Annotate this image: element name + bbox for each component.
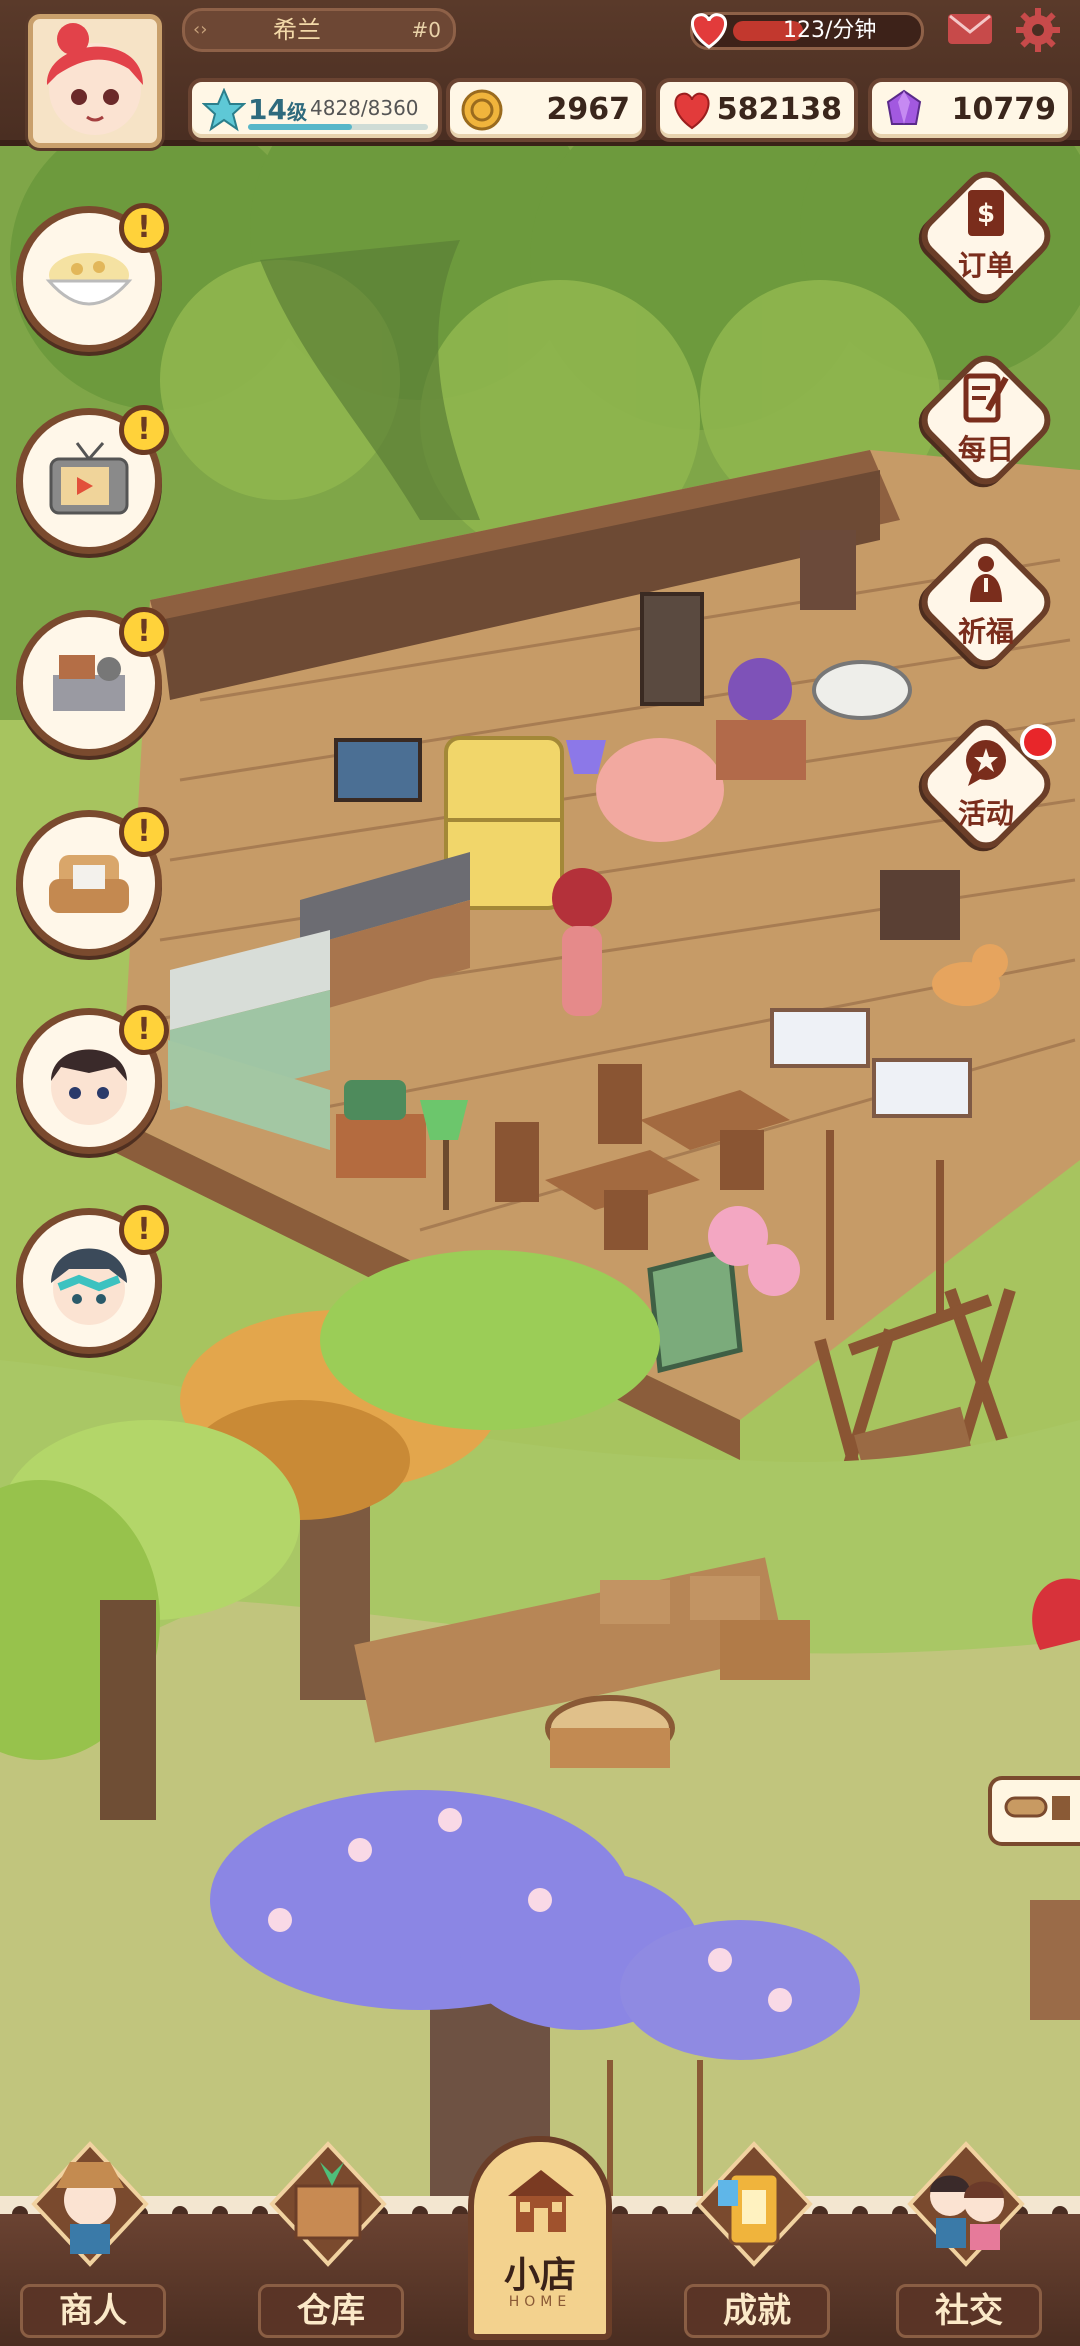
alert-badge: ! xyxy=(119,807,169,857)
alert-badge: ! xyxy=(119,1205,169,1255)
social-couple-icon xyxy=(907,2141,1025,2267)
level-indicator[interactable]: 14级 4828/8360 xyxy=(188,78,442,142)
daily-label: 每日 xyxy=(957,433,1014,466)
player-id: #0 xyxy=(411,18,441,42)
order-label: 订单 xyxy=(957,249,1014,282)
order-button[interactable]: $ 订单 xyxy=(912,162,1060,310)
star-icon xyxy=(202,88,246,132)
heart-rate-indicator[interactable]: 123/分钟 xyxy=(690,12,924,50)
alert-badge: ! xyxy=(119,1005,169,1055)
back-arrow-icon: ‹› xyxy=(193,19,208,40)
nav-label: 商人 xyxy=(20,2284,166,2338)
achievement-icon xyxy=(695,2141,813,2267)
event-button[interactable]: 活动 xyxy=(912,710,1060,858)
coin-value: 2967 xyxy=(546,92,631,127)
coin-counter[interactable]: 2967 xyxy=(446,78,646,142)
heart-value: 582138 xyxy=(716,92,842,127)
tv-icon xyxy=(49,442,129,515)
helmet-face-icon xyxy=(51,1248,127,1325)
player-name-plate[interactable]: ‹› 希兰 #0 xyxy=(182,8,456,52)
shop-house-icon xyxy=(508,2170,574,2232)
alert-badge: ! xyxy=(119,405,169,455)
xp-bar xyxy=(248,124,428,130)
nav-social[interactable]: 社交 xyxy=(876,2140,1056,2340)
nav-label: 社交 xyxy=(896,2284,1042,2338)
pray-button[interactable]: 祈福 xyxy=(912,528,1060,676)
event-speech-icon xyxy=(966,740,1006,786)
rice-bowl-icon xyxy=(45,253,133,306)
alert-badge: ! xyxy=(119,607,169,657)
nav-shop-home[interactable]: 小店 HOME xyxy=(468,2136,612,2340)
notification-dot xyxy=(1020,724,1056,760)
level-value: 14级 xyxy=(248,93,307,126)
machine-icon xyxy=(53,655,125,711)
warehouse-icon xyxy=(269,2141,387,2267)
order-book-icon: $ xyxy=(968,190,1004,236)
svg-text:$: $ xyxy=(977,199,995,229)
nav-warehouse[interactable]: 仓库 xyxy=(238,2140,418,2340)
nav-label: 仓库 xyxy=(258,2284,404,2338)
food-dish-button[interactable]: ! xyxy=(16,203,169,352)
customer-boy-button[interactable]: ! xyxy=(16,1005,169,1154)
merchant-icon xyxy=(31,2141,149,2267)
player-avatar[interactable] xyxy=(28,14,162,148)
equipment-button[interactable]: ! xyxy=(16,607,169,756)
boy-face-icon xyxy=(51,1049,127,1125)
log-icon xyxy=(1004,1796,1070,1820)
pray-figure-icon xyxy=(970,556,1002,602)
side-item-bubble[interactable] xyxy=(988,1776,1080,1846)
mail-icon[interactable] xyxy=(946,12,994,46)
armchair-icon xyxy=(49,855,129,913)
furniture-button[interactable]: ! xyxy=(16,807,169,956)
xp-bar-fill xyxy=(248,124,353,130)
player-name: 希兰 xyxy=(273,16,321,44)
alert-badge: ! xyxy=(119,203,169,253)
tv-video-button[interactable]: ! xyxy=(16,405,169,554)
event-label: 活动 xyxy=(957,797,1014,830)
nav-sublabel: HOME xyxy=(508,2294,572,2310)
nav-label: 小店 xyxy=(503,2255,576,2296)
daily-pencil-icon xyxy=(963,373,1009,423)
nav-label: 成就 xyxy=(684,2284,830,2338)
nav-merchant[interactable]: 商人 xyxy=(0,2140,180,2340)
gem-value: 10779 xyxy=(951,92,1056,127)
heart-counter[interactable]: 582138 xyxy=(656,78,858,142)
customer-helmet-button[interactable]: ! xyxy=(16,1205,169,1354)
pray-label: 祈福 xyxy=(957,615,1014,648)
rate-text: 123/分钟 xyxy=(783,18,877,43)
heart-icon xyxy=(690,13,728,49)
gear-icon[interactable] xyxy=(1014,6,1062,54)
daily-button[interactable]: 每日 xyxy=(912,346,1060,494)
nav-achievement[interactable]: 成就 xyxy=(664,2140,844,2340)
gem-counter[interactable]: 10779 xyxy=(868,78,1072,142)
